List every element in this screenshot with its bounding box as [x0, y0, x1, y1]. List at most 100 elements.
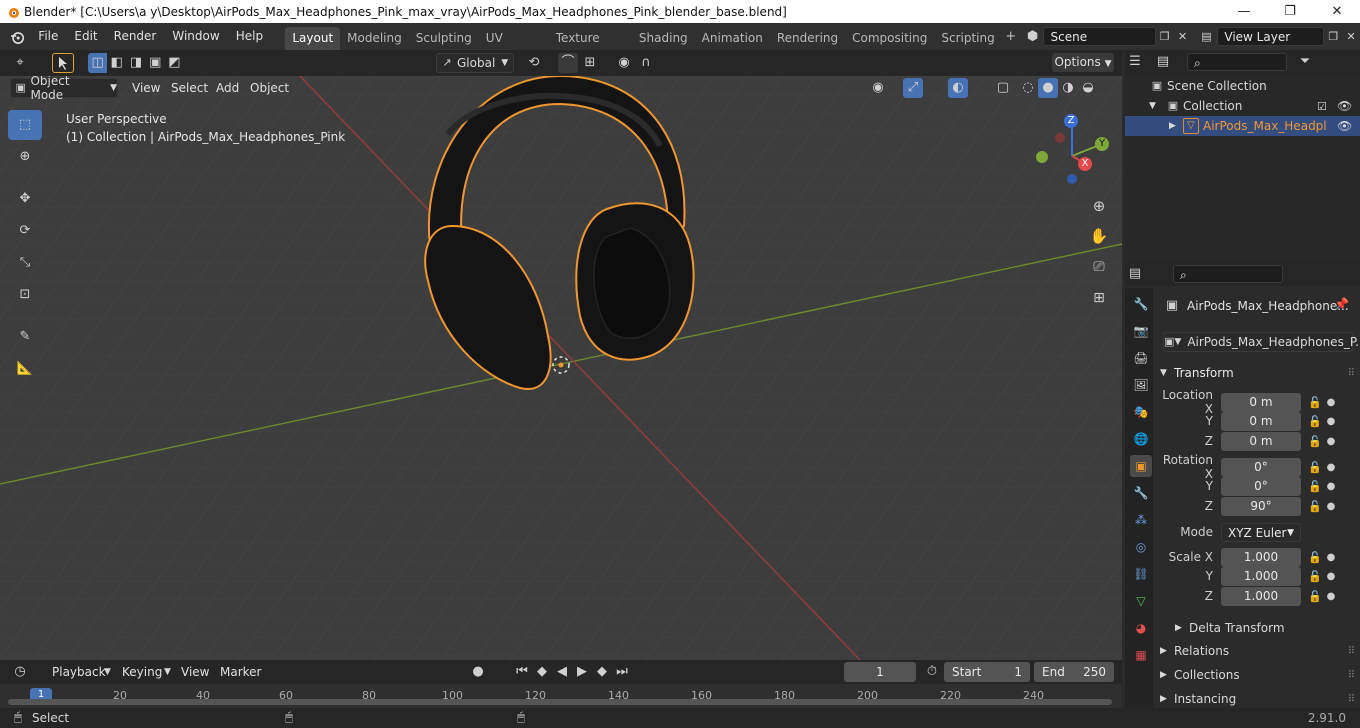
delta-transform-subpanel[interactable]: ▶ Delta Transform: [1175, 619, 1355, 637]
texture-tab-icon[interactable]: ▦: [1130, 644, 1152, 666]
zoom-icon[interactable]: ⊕: [1089, 196, 1109, 216]
output-tab-icon[interactable]: 🖨: [1130, 347, 1152, 369]
transform-orientation-dropdown[interactable]: ↗ Global ▼: [436, 53, 514, 73]
new-view-layer-icon[interactable]: ❐: [1324, 27, 1342, 47]
rotation-z-field[interactable]: 90°: [1221, 496, 1301, 516]
snap-icon[interactable]: ⌒: [558, 53, 578, 73]
gizmo-toggle-icon[interactable]: ⤢: [903, 78, 923, 98]
next-keyframe-icon[interactable]: ◆: [592, 662, 612, 682]
keyframe-dot-icon[interactable]: ●: [1325, 571, 1337, 582]
lock-icon[interactable]: 🔓: [1305, 570, 1325, 583]
collection-checkbox-icon[interactable]: ☑: [1317, 100, 1327, 113]
location-x-field[interactable]: 0 m: [1221, 392, 1301, 412]
menu-file[interactable]: File: [30, 23, 66, 50]
visibility-icon[interactable]: ◉: [868, 78, 888, 98]
pivot-point-icon[interactable]: ⟲: [524, 53, 544, 73]
menu-window[interactable]: Window: [164, 23, 227, 50]
transform-panel-header[interactable]: ▼ Transform ⠿: [1160, 364, 1355, 382]
properties-editor-icon[interactable]: ▤: [1125, 264, 1145, 284]
shading-material-icon[interactable]: ◑: [1058, 78, 1078, 98]
move-tool[interactable]: ✥: [8, 184, 42, 214]
editor-type-icon[interactable]: ⌖: [10, 53, 30, 73]
outliner-collection[interactable]: ▼ ▣ Collection ☑ 👁: [1125, 96, 1360, 116]
transform-tool[interactable]: ⊡: [8, 280, 42, 310]
pan-hand-icon[interactable]: ✋: [1089, 226, 1109, 246]
menu-edit[interactable]: Edit: [66, 23, 105, 50]
close-button[interactable]: ✕: [1314, 0, 1360, 23]
object-eye-icon[interactable]: 👁: [1337, 119, 1352, 133]
rotate-tool[interactable]: ⟳: [8, 216, 42, 246]
tab-layout[interactable]: Layout: [285, 27, 341, 50]
timeline-scrollbar[interactable]: [8, 699, 1112, 705]
scale-z-field[interactable]: 1.000: [1221, 586, 1301, 606]
tab-scripting[interactable]: Scripting: [934, 27, 1001, 50]
keyframe-dot-icon[interactable]: ●: [1325, 501, 1337, 512]
camera-view-icon[interactable]: ⎚: [1089, 257, 1109, 277]
keyframe-dot-icon[interactable]: ●: [1325, 397, 1337, 408]
tool-tab-icon[interactable]: 🔧: [1130, 293, 1152, 315]
instancing-panel[interactable]: ▶ Instancing ⠿: [1160, 690, 1355, 708]
blender-menu-icon[interactable]: [10, 29, 25, 45]
lock-icon[interactable]: 🔓: [1305, 415, 1325, 428]
keyframe-dot-icon[interactable]: ●: [1325, 591, 1337, 602]
tab-rendering[interactable]: Rendering: [770, 27, 845, 50]
timeline-menu-view[interactable]: View: [173, 660, 217, 684]
collection-expand-icon[interactable]: ▼: [1149, 101, 1163, 111]
maximize-button[interactable]: ❐: [1267, 0, 1313, 23]
add-workspace-icon[interactable]: +: [1002, 27, 1020, 47]
collections-panel[interactable]: ▶ Collections ⠿: [1160, 666, 1355, 684]
prev-keyframe-icon[interactable]: ◆: [532, 662, 552, 682]
gizmo-z-label[interactable]: Z: [1064, 114, 1078, 128]
tab-animation[interactable]: Animation: [695, 27, 770, 50]
scale-tool[interactable]: ⤡: [8, 248, 42, 278]
drag-handle-icon[interactable]: ⠿: [1348, 694, 1355, 705]
lock-icon[interactable]: 🔓: [1305, 590, 1325, 603]
new-scene-icon[interactable]: ❐: [1156, 27, 1174, 47]
jump-start-icon[interactable]: ⏮: [512, 662, 532, 682]
select-extend-icon[interactable]: ◧: [107, 53, 126, 73]
rotation-x-field[interactable]: 0°: [1221, 457, 1301, 477]
display-mode-icon[interactable]: ▤: [1153, 52, 1173, 72]
material-tab-icon[interactable]: ◕: [1130, 617, 1152, 639]
play-reverse-icon[interactable]: ◀: [552, 662, 572, 682]
select-subtract-icon[interactable]: ◨: [126, 53, 145, 73]
location-z-field[interactable]: 0 m: [1221, 431, 1301, 451]
timeline-menu-marker[interactable]: Marker: [212, 660, 269, 684]
location-y-field[interactable]: 0 m: [1221, 411, 1301, 431]
lock-icon[interactable]: 🔓: [1305, 461, 1325, 474]
outliner-scene-collection[interactable]: ▣ Scene Collection: [1125, 76, 1360, 96]
select-intersect-icon[interactable]: ◩: [165, 53, 184, 73]
timeline-menu-keying[interactable]: Keying: [114, 660, 170, 684]
menu-render[interactable]: Render: [106, 23, 165, 50]
rotation-y-field[interactable]: 0°: [1221, 476, 1301, 496]
delete-scene-icon[interactable]: ✕: [1174, 27, 1192, 47]
minimize-button[interactable]: —: [1221, 0, 1267, 23]
stopwatch-icon[interactable]: ⏱: [922, 662, 942, 682]
xray-toggle-icon[interactable]: ▢: [993, 78, 1013, 98]
tab-compositing[interactable]: Compositing: [845, 27, 934, 50]
scene-selector[interactable]: Scene: [1043, 27, 1156, 46]
lock-icon[interactable]: 🔓: [1305, 500, 1325, 513]
keyframe-dot-icon[interactable]: ●: [1325, 416, 1337, 427]
world-tab-icon[interactable]: 🌐: [1130, 428, 1152, 450]
scale-x-field[interactable]: 1.000: [1221, 547, 1301, 567]
measure-tool[interactable]: 📐: [8, 354, 42, 384]
cursor-tool[interactable]: ⊕: [8, 142, 42, 172]
keyframe-dot-icon[interactable]: ●: [1325, 481, 1337, 492]
shading-solid-icon[interactable]: ●: [1038, 78, 1058, 98]
pin-icon[interactable]: 📌: [1334, 297, 1349, 311]
object-data-selector[interactable]: ▣ ▼ AirPods_Max_Headphones_P...: [1163, 332, 1360, 352]
gizmo-x-label[interactable]: X: [1078, 157, 1092, 171]
outliner-object-row[interactable]: ▶ ▽ AirPods_Max_Headpl 👁: [1125, 116, 1360, 136]
properties-search-input[interactable]: ⌕: [1173, 265, 1283, 283]
scale-y-field[interactable]: 1.000: [1221, 566, 1301, 586]
render-tab-icon[interactable]: 📷: [1130, 320, 1152, 342]
keyframe-dot-icon[interactable]: ●: [1325, 462, 1337, 473]
select-invert-icon[interactable]: ▣: [146, 53, 165, 73]
constraints-tab-icon[interactable]: ⛓: [1130, 563, 1152, 585]
tab-sculpting[interactable]: Sculpting: [409, 27, 479, 50]
object-tab-icon[interactable]: ▣: [1130, 455, 1152, 477]
drag-handle-icon[interactable]: ⠿: [1348, 368, 1355, 379]
physics-tab-icon[interactable]: ◎: [1130, 536, 1152, 558]
data-tab-icon[interactable]: ▽: [1130, 590, 1152, 612]
